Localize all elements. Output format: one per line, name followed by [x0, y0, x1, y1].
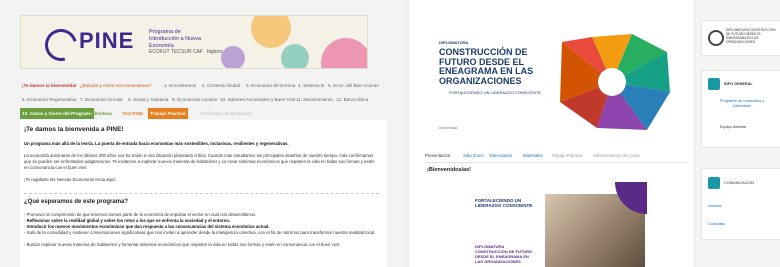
nav-module-4[interactable]: 4. Sistema B: [296, 80, 326, 91]
partner-logo: ECOFUT: [149, 49, 170, 55]
university-seal-icon: [708, 30, 724, 46]
hero-footer: Universidad: [439, 126, 458, 130]
nav-module-1[interactable]: 1. Encontremos: [162, 80, 198, 91]
sidebar-logo-text: DIPLOMATURA CONSTRUCCIÓN DE FUTURO DESDE…: [726, 28, 776, 44]
course-hero-image: DIPLOMATURA CONSTRUCCIÓN DE FUTURO DESDE…: [427, 28, 687, 136]
sidebar-logo-box: DIPLOMATURA CONSTRUCCIÓN DE FUTURO DESDE…: [701, 20, 780, 56]
nav-module-5[interactable]: 5. Econ. del Bien Común: [326, 80, 381, 91]
info-general-box: INFO GENERAL Programa de contenidos y Ca…: [701, 70, 780, 148]
content-subheading: ¿Qué esperamos de este programa?: [24, 199, 129, 205]
welcome-image: FORTALECIENDO UN LIDERAZGO CONSCIENTE DI…: [465, 182, 647, 267]
nav-practical-work[interactable]: Trabajo Práctico: [148, 108, 188, 119]
content-lead: Un programa más allá de la teoría. La pu…: [24, 141, 289, 146]
partner-logo: bigtoro: [207, 49, 223, 55]
tab-videoclasses[interactable]: Videoclases: [489, 153, 512, 158]
list-item: - Salir de la comodidad y sostener conve…: [24, 230, 376, 235]
content-paragraph: La economía dominante de los últimos 200…: [24, 153, 375, 170]
content-heading: ¡Te damos la bienvenida a PINE!: [24, 126, 124, 133]
nav-module-8[interactable]: 8. Social y Solidaria: [126, 94, 170, 105]
pine-logo-icon: [39, 23, 83, 67]
pine-course-page: PINE Programa de Introducción a Nueva Ec…: [0, 0, 404, 267]
course-main: DIPLOMATURA CONSTRUCCIÓN DE FUTURO DESDE…: [417, 6, 687, 267]
nav-module-10[interactable]: 10. Saberes Ancestrales y Buen Vivir: [218, 94, 298, 105]
course-nav-row-3: 13. Casos y Cierre del Programa Bibliote…: [20, 108, 372, 119]
nav-welcome[interactable]: ¡Te damos la bienvenida!: [20, 80, 79, 91]
communication-box: COMUNICACIÓN Noticias Consultas: [701, 168, 780, 240]
partner-logo: CAF: [193, 49, 203, 55]
course-banner: PINE Programa de Introducción a Nueva Ec…: [20, 15, 368, 69]
tab-course-admin[interactable]: Administración del curso: [593, 153, 640, 158]
list-item: - Buscar explorar nuevas maneras de habi…: [24, 242, 341, 247]
queries-link[interactable]: Consultas: [708, 222, 725, 226]
banner-subtitle: Programa de Introducción a Nueva Economí…: [149, 29, 201, 49]
nav-module-2[interactable]: 2. Contexto Global: [200, 80, 242, 91]
nav-module-9[interactable]: 9. Economías Locales: [170, 94, 219, 105]
image-caption: DIPLOMATURA CONSTRUCCIÓN DE FUTURO DESDE…: [475, 244, 533, 264]
course-nav-row-2: 6. Economía Regenerativa 7. Economía Cir…: [20, 94, 372, 105]
tab-materials[interactable]: Materiales: [523, 153, 543, 158]
tab-practical-work[interactable]: Trabajo Práctico: [551, 153, 582, 158]
tab-presentation[interactable]: Presentación: [425, 153, 450, 158]
welcome-heading: ¡Bienvenidos/as!: [427, 167, 472, 173]
teaching-team-item[interactable]: Equipo docente: [720, 125, 746, 129]
communication-title: COMUNICACIÓN: [724, 181, 755, 185]
welcome-content: ¡Te damos la bienvenida a PINE! Un progr…: [20, 120, 387, 267]
communication-icon: [708, 177, 720, 189]
divider: [24, 193, 379, 194]
image-title: FORTALECIENDO UN LIDERAZGO CONSCIENTE: [475, 198, 533, 209]
nav-module-6[interactable]: 6. Economía Regenerativa: [20, 94, 78, 105]
partner-logo: TECSUR: [171, 49, 192, 55]
tabs-divider: [425, 162, 687, 163]
info-icon: [708, 78, 720, 90]
nav-module-7[interactable]: 7. Economía Circular: [78, 94, 125, 105]
content-paragraph: ¡Te regalaste las Nuevas Economías inici…: [24, 177, 116, 182]
hero-kicker: DIPLOMATURA: [439, 40, 469, 45]
course-tabs: Presentación Sala Zoom Videoclases Mater…: [425, 153, 685, 162]
diplomatura-course-page: DIPLOMATURA CONSTRUCCIÓN DE FUTURO DESDE…: [409, 0, 780, 267]
nav-module-12[interactable]: 12. Banca Ética: [334, 94, 370, 105]
program-calendar-link[interactable]: Programa de contenidos y Calendario: [712, 99, 772, 109]
course-nav-row-1: ¡Te damos la bienvenida! ¿Estudio y cómo…: [20, 80, 379, 91]
hero-title: CONSTRUCCIÓN DE FUTURO DESDE EL ENEAGRAM…: [439, 47, 534, 86]
banner-title: PINE: [79, 28, 135, 53]
course-sidebar: DIPLOMATURA CONSTRUCCIÓN DE FUTURO DESDE…: [694, 0, 780, 267]
info-general-title: INFO GENERAL: [724, 82, 753, 86]
hero-graphic: [560, 34, 670, 130]
news-link[interactable]: Noticias: [708, 204, 722, 208]
nav-test[interactable]: Test PINE: [120, 108, 145, 119]
nav-module-11[interactable]: 11. Decrecimiento: [294, 94, 335, 105]
nav-module-13[interactable]: 13. Casos y Cierre del Programa: [20, 108, 95, 119]
nav-certificate[interactable]: Certificado de Aprobación: [198, 108, 255, 119]
nav-library[interactable]: Biblioteca: [88, 108, 114, 119]
tab-zoom[interactable]: Sala Zoom: [463, 153, 484, 158]
nav-module-3[interactable]: 3. Economía de la Dona: [244, 80, 297, 91]
hero-subtitle: FORTALECIENDO UN LIDERAZGO CONSCIENTE: [449, 90, 542, 95]
nav-study[interactable]: ¿Estudio y cómo nos conectamos?: [78, 80, 154, 91]
